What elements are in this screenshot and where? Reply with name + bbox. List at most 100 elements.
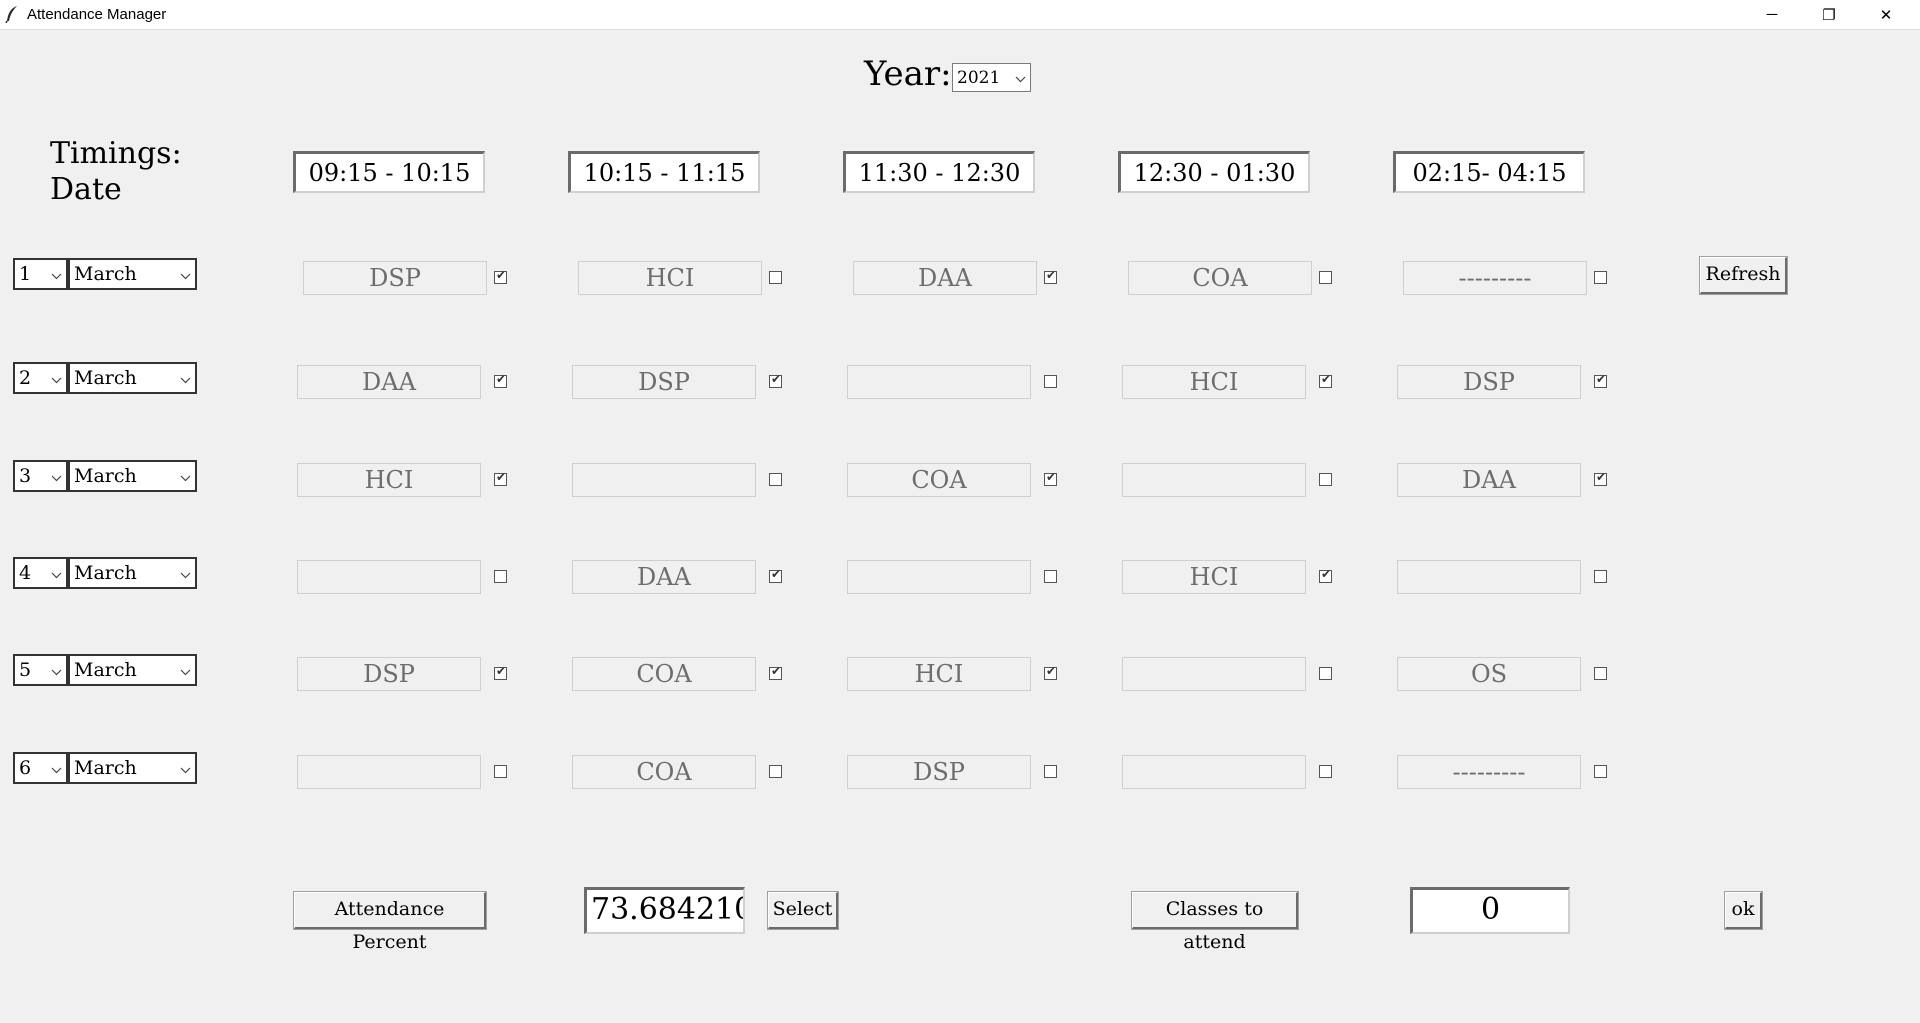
attended-checkbox[interactable] — [1044, 765, 1057, 778]
subject-field[interactable]: HCI — [847, 657, 1031, 691]
refresh-button[interactable]: Refresh — [1699, 256, 1788, 295]
subject-field[interactable]: HCI — [1122, 365, 1306, 399]
subject-field[interactable] — [297, 755, 481, 789]
attended-checkbox[interactable]: ✔ — [1044, 268, 1057, 284]
attended-checkbox[interactable]: ✔ — [1044, 470, 1057, 486]
subject-field[interactable]: HCI — [297, 463, 481, 497]
subject-field[interactable] — [1122, 463, 1306, 497]
subject-field[interactable] — [1122, 755, 1306, 789]
subject-field[interactable]: DAA — [1397, 463, 1581, 497]
attended-checkbox[interactable] — [1044, 375, 1057, 388]
attended-checkbox[interactable]: ✔ — [494, 470, 507, 486]
year-select[interactable]: 2021 — [952, 63, 1031, 92]
time-slot-4[interactable]: 12:30 - 01:30 — [1118, 151, 1310, 193]
chevron-down-icon — [180, 562, 191, 584]
checkmark-icon: ✔ — [496, 372, 507, 386]
attended-checkbox[interactable] — [494, 765, 507, 778]
subject-field[interactable]: DAA — [572, 560, 756, 594]
subject-field[interactable]: DSP — [572, 365, 756, 399]
attended-checkbox[interactable]: ✔ — [769, 567, 782, 583]
date-row: 2 March DAA ✔ DSP ✔ HCI ✔ DSP ✔ — [0, 362, 1920, 402]
attended-checkbox[interactable]: ✔ — [1594, 470, 1607, 486]
ok-button[interactable]: ok — [1724, 891, 1763, 930]
month-select[interactable]: March — [68, 362, 197, 394]
day-select-value: 5 — [19, 659, 32, 681]
subject-field[interactable] — [847, 365, 1031, 399]
subject-field[interactable]: --------- — [1403, 261, 1587, 295]
chevron-down-icon — [51, 757, 62, 779]
subject-field[interactable]: COA — [572, 755, 756, 789]
attended-checkbox[interactable] — [1319, 271, 1332, 284]
maximize-button[interactable]: ❐ — [1801, 0, 1857, 29]
attended-checkbox[interactable] — [1319, 473, 1332, 486]
day-select[interactable]: 5 — [13, 654, 68, 686]
day-select[interactable]: 2 — [13, 362, 68, 394]
time-slot-2[interactable]: 10:15 - 11:15 — [568, 151, 760, 193]
attended-checkbox[interactable] — [769, 271, 782, 284]
attended-checkbox[interactable] — [494, 570, 507, 583]
checkmark-icon: ✔ — [1321, 372, 1332, 386]
subject-field[interactable]: HCI — [1122, 560, 1306, 594]
subject-field[interactable]: COA — [847, 463, 1031, 497]
attendance-percent-field[interactable]: 73.6842105 — [584, 887, 745, 934]
subject-field[interactable]: DSP — [303, 261, 487, 295]
close-button[interactable]: ✕ — [1858, 0, 1914, 29]
subject-field[interactable]: DAA — [853, 261, 1037, 295]
select-button[interactable]: Select — [767, 891, 839, 930]
classes-to-attend-field[interactable]: 0 — [1410, 887, 1570, 934]
attended-checkbox[interactable]: ✔ — [1044, 664, 1057, 680]
subject-field[interactable] — [1397, 560, 1581, 594]
chevron-down-icon — [180, 659, 191, 681]
checkmark-icon: ✔ — [1321, 567, 1332, 581]
subject-field[interactable] — [572, 463, 756, 497]
subject-field[interactable] — [847, 560, 1031, 594]
attended-checkbox[interactable]: ✔ — [769, 664, 782, 680]
checkmark-icon: ✔ — [1046, 470, 1057, 484]
subject-field[interactable]: DSP — [1397, 365, 1581, 399]
month-select[interactable]: March — [68, 258, 197, 290]
attended-checkbox[interactable] — [1319, 667, 1332, 680]
time-slot-1[interactable]: 09:15 - 10:15 — [293, 151, 485, 193]
day-select[interactable]: 1 — [13, 258, 68, 290]
subject-field[interactable]: HCI — [578, 261, 762, 295]
time-slot-5[interactable]: 02:15- 04:15 — [1393, 151, 1585, 193]
month-select[interactable]: March — [68, 557, 197, 589]
attended-checkbox[interactable]: ✔ — [769, 372, 782, 388]
day-select[interactable]: 4 — [13, 557, 68, 589]
attended-checkbox[interactable]: ✔ — [494, 664, 507, 680]
subject-field[interactable]: DSP — [297, 657, 481, 691]
attended-checkbox[interactable] — [1319, 765, 1332, 778]
time-slot-3[interactable]: 11:30 - 12:30 — [843, 151, 1035, 193]
attended-checkbox[interactable] — [1594, 271, 1607, 284]
attended-checkbox[interactable] — [1044, 570, 1057, 583]
attended-checkbox[interactable]: ✔ — [1594, 372, 1607, 388]
month-select[interactable]: March — [68, 752, 197, 784]
subject-field[interactable]: OS — [1397, 657, 1581, 691]
subject-field[interactable]: COA — [572, 657, 756, 691]
subject-field[interactable]: DAA — [297, 365, 481, 399]
attended-checkbox[interactable] — [769, 473, 782, 486]
attended-checkbox[interactable]: ✔ — [494, 268, 507, 284]
month-select[interactable]: March — [68, 654, 197, 686]
attended-checkbox[interactable] — [1594, 667, 1607, 680]
day-select[interactable]: 6 — [13, 752, 68, 784]
attended-checkbox[interactable] — [769, 765, 782, 778]
date-row: 4 March DAA ✔ HCI ✔ — [0, 557, 1920, 597]
attended-checkbox[interactable]: ✔ — [494, 372, 507, 388]
month-select[interactable]: March — [68, 460, 197, 492]
subject-field[interactable]: --------- — [1397, 755, 1581, 789]
attended-checkbox[interactable] — [1594, 765, 1607, 778]
subject-field[interactable] — [1122, 657, 1306, 691]
month-select-value: March — [74, 367, 137, 389]
classes-to-attend-button[interactable]: Classes to attend — [1131, 891, 1299, 953]
subject-field[interactable]: COA — [1128, 261, 1312, 295]
year-label: Year: — [864, 54, 952, 94]
attendance-percent-button[interactable]: Attendance Percent — [293, 891, 487, 953]
minimize-button[interactable]: ─ — [1744, 0, 1800, 29]
attended-checkbox[interactable]: ✔ — [1319, 567, 1332, 583]
attended-checkbox[interactable] — [1594, 570, 1607, 583]
subject-field[interactable] — [297, 560, 481, 594]
subject-field[interactable]: DSP — [847, 755, 1031, 789]
day-select[interactable]: 3 — [13, 460, 68, 492]
attended-checkbox[interactable]: ✔ — [1319, 372, 1332, 388]
